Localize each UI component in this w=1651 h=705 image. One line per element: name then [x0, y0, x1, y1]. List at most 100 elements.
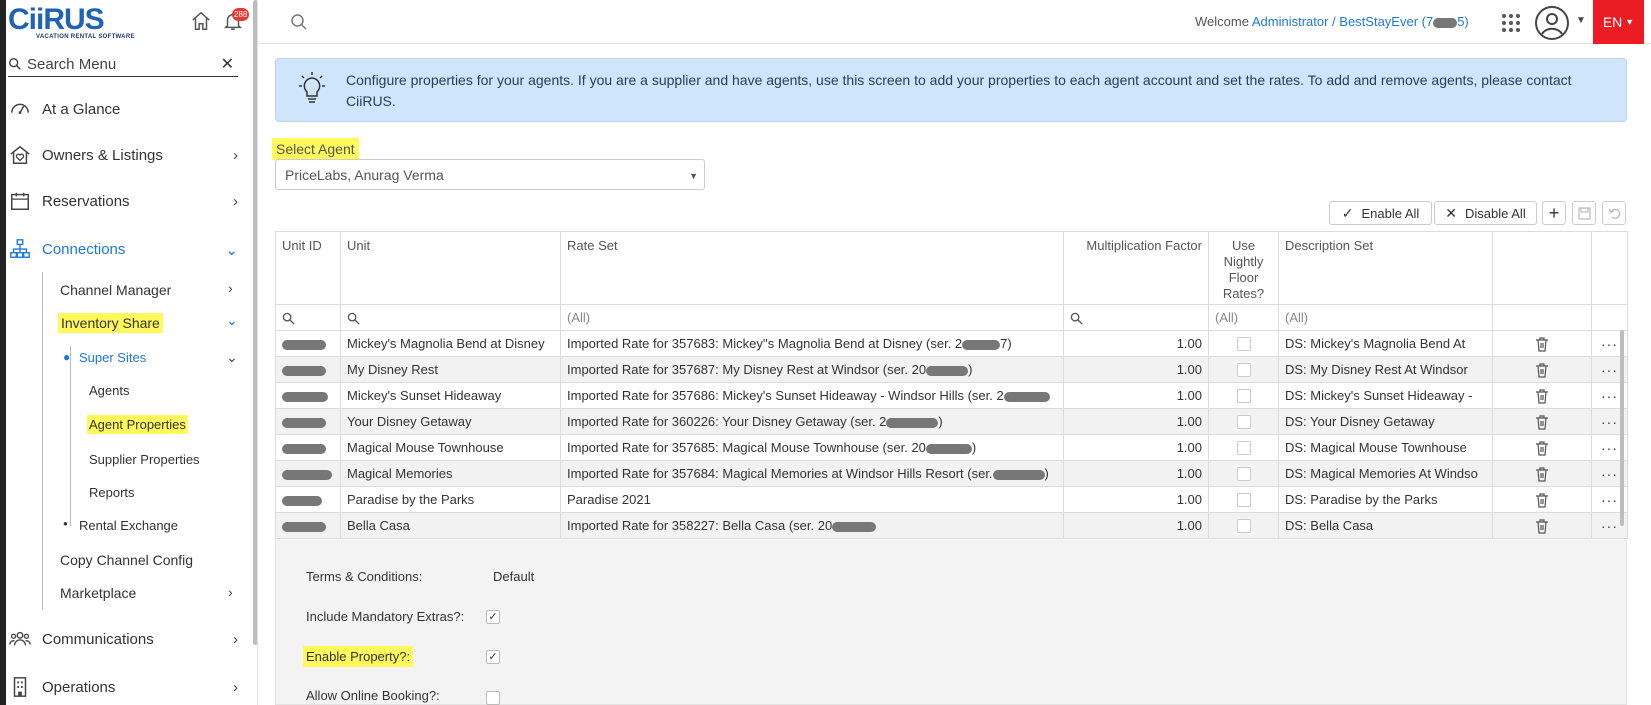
more-options-icon[interactable]: ··· — [1601, 492, 1618, 508]
clear-search-icon[interactable]: ✕ — [221, 54, 234, 74]
cell-unit[interactable]: Mickey's Sunset Hideaway — [340, 382, 561, 409]
sidebar-item-agent-properties[interactable]: Agent Properties — [87, 415, 188, 434]
enable-property-checkbox[interactable]: ✓ — [486, 650, 500, 664]
table-row[interactable]: Mickey's Magnolia Bend at Disney Imported… — [275, 330, 1628, 357]
nightly-floor-checkbox[interactable] — [1236, 415, 1251, 430]
column-header-multiplication-factor[interactable]: Multiplication Factor — [1063, 231, 1209, 305]
cell-unit[interactable]: Magical Memories — [340, 460, 561, 487]
sidebar-item-agents[interactable]: Agents — [89, 383, 129, 398]
sidebar-item-supplier-properties[interactable]: Supplier Properties — [89, 452, 200, 467]
ciirus-logo[interactable]: CiiRUS VACATION RENTAL SOFTWARE — [8, 5, 134, 41]
cell-rate-set[interactable]: Imported Rate for 357686: Mickey's Sunse… — [560, 382, 1064, 409]
mandatory-extras-checkbox[interactable]: ✓ — [486, 610, 500, 624]
cell-unit-id[interactable] — [275, 460, 341, 487]
column-header-description-set[interactable]: Description Set — [1278, 231, 1493, 305]
column-header-rate-set[interactable]: Rate Set — [560, 231, 1064, 305]
column-header-unit[interactable]: Unit — [340, 231, 561, 305]
cell-description-set[interactable]: DS: Paradise by the Parks — [1278, 486, 1493, 513]
more-options-icon[interactable]: ··· — [1601, 518, 1618, 534]
cell-unit-id[interactable] — [275, 330, 341, 357]
user-menu-caret-icon[interactable]: ▼ — [1576, 15, 1586, 26]
undo-button[interactable] — [1602, 201, 1626, 225]
cell-unit[interactable]: My Disney Rest — [340, 356, 561, 383]
more-options-icon[interactable]: ··· — [1601, 466, 1618, 482]
sidebar-item-super-sites[interactable]: Super Sites — [79, 350, 146, 365]
sidebar-item-copy-channel-config[interactable]: Copy Channel Config — [60, 552, 193, 568]
nightly-floor-checkbox[interactable] — [1236, 441, 1251, 456]
cell-unit[interactable]: Mickey's Magnolia Bend at Disney — [340, 330, 561, 357]
cell-multiplication-factor[interactable]: 1.00 — [1063, 356, 1209, 383]
trash-icon[interactable] — [1534, 362, 1550, 378]
user-avatar-icon[interactable] — [1534, 5, 1570, 41]
cell-description-set[interactable]: DS: Bella Casa — [1278, 512, 1493, 539]
enable-all-button[interactable]: ✓ Enable All — [1329, 201, 1432, 225]
sidebar-item-reservations[interactable]: Reservations › — [8, 187, 244, 215]
cell-multiplication-factor[interactable]: 1.00 — [1063, 486, 1209, 513]
grid-scrollbar[interactable] — [1620, 330, 1624, 526]
cell-description-set[interactable]: DS: Magical Mouse Townhouse — [1278, 434, 1493, 461]
cell-rate-set[interactable]: Imported Rate for 357687: My Disney Rest… — [560, 356, 1064, 383]
trash-icon[interactable] — [1534, 336, 1550, 352]
cell-unit-id[interactable] — [275, 356, 341, 383]
table-row[interactable]: Paradise by the Parks Paradise 2021 1.00 DS… — [275, 486, 1628, 513]
cell-description-set[interactable]: DS: Mickey's Sunset Hideaway - — [1278, 382, 1493, 409]
cell-unit[interactable]: Magical Mouse Townhouse — [340, 434, 561, 461]
sidebar-item-owners-listings[interactable]: Owners & Listings › — [8, 141, 244, 169]
cell-rate-set[interactable]: Imported Rate for 357683: Mickey''s Magn… — [560, 330, 1064, 357]
cell-unit-id[interactable] — [275, 408, 341, 435]
table-row[interactable]: Mickey's Sunset Hideaway Imported Rate fo… — [275, 382, 1628, 409]
cell-unit[interactable]: Bella Casa — [340, 512, 561, 539]
save-button[interactable] — [1572, 201, 1596, 225]
menu-search-input[interactable]: Search Menu ✕ — [8, 53, 238, 77]
cell-description-set[interactable]: DS: Mickey's Magnolia Bend At — [1278, 330, 1493, 357]
sidebar-scrollbar[interactable] — [253, 0, 257, 645]
more-options-icon[interactable]: ··· — [1601, 336, 1618, 352]
column-header-unit-id[interactable]: Unit ID — [275, 231, 341, 305]
cell-rate-set[interactable]: Imported Rate for 357685: Magical Mouse … — [560, 434, 1064, 461]
sidebar-item-marketplace[interactable]: Marketplace — [60, 585, 136, 601]
more-options-icon[interactable]: ··· — [1601, 388, 1618, 404]
cell-rate-set[interactable]: Imported Rate for 357684: Magical Memori… — [560, 460, 1064, 487]
nightly-floor-checkbox[interactable] — [1236, 363, 1251, 378]
add-button[interactable]: + — [1542, 201, 1566, 225]
cell-multiplication-factor[interactable]: 1.00 — [1063, 434, 1209, 461]
trash-icon[interactable] — [1534, 414, 1550, 430]
nightly-floor-checkbox[interactable] — [1236, 389, 1251, 404]
nightly-floor-checkbox[interactable] — [1236, 337, 1251, 352]
cell-description-set[interactable]: DS: Magical Memories At Windso — [1278, 460, 1493, 487]
filter-multiplication-factor[interactable] — [1063, 304, 1209, 331]
cell-rate-set[interactable]: Imported Rate for 358227: Bella Casa (se… — [560, 512, 1064, 539]
cell-rate-set[interactable]: Imported Rate for 360226: Your Disney Ge… — [560, 408, 1064, 435]
more-options-icon[interactable]: ··· — [1601, 440, 1618, 456]
filter-unit[interactable] — [340, 304, 561, 331]
filter-rate-set[interactable]: (All) — [560, 304, 1064, 331]
filter-description-set[interactable]: (All) — [1278, 304, 1493, 331]
cell-unit-id[interactable] — [275, 512, 341, 539]
cell-unit-id[interactable] — [275, 486, 341, 513]
nightly-floor-checkbox[interactable] — [1236, 467, 1251, 482]
sidebar-item-at-a-glance[interactable]: At a Glance — [8, 95, 244, 123]
cell-multiplication-factor[interactable]: 1.00 — [1063, 330, 1209, 357]
disable-all-button[interactable]: ✕ Disable All — [1434, 201, 1537, 225]
trash-icon[interactable] — [1534, 440, 1550, 456]
language-selector[interactable]: EN ▼ — [1593, 0, 1644, 44]
trash-icon[interactable] — [1534, 492, 1550, 508]
apps-grid-icon[interactable] — [1500, 12, 1522, 34]
sidebar-item-connections[interactable]: Connections ⌄ — [8, 235, 244, 263]
online-booking-checkbox[interactable] — [486, 691, 500, 705]
cell-rate-set[interactable]: Paradise 2021 — [560, 486, 1064, 513]
trash-icon[interactable] — [1534, 388, 1550, 404]
cell-multiplication-factor[interactable]: 1.00 — [1063, 408, 1209, 435]
nightly-floor-checkbox[interactable] — [1236, 519, 1251, 534]
more-options-icon[interactable]: ··· — [1601, 414, 1618, 430]
cell-description-set[interactable]: DS: My Disney Rest At Windsor — [1278, 356, 1493, 383]
column-header-nightly-floor-rates[interactable]: Use Nightly Floor Rates? — [1208, 231, 1279, 305]
table-row[interactable]: Your Disney Getaway Imported Rate for 360… — [275, 408, 1628, 435]
table-row[interactable]: My Disney Rest Imported Rate for 357687: … — [275, 356, 1628, 383]
table-row[interactable]: Bella Casa Imported Rate for 358227: Bell… — [275, 512, 1628, 539]
sidebar-item-channel-manager[interactable]: Channel Manager — [60, 282, 171, 298]
terms-value[interactable]: Default — [493, 569, 534, 584]
cell-unit[interactable]: Paradise by the Parks — [340, 486, 561, 513]
table-row[interactable]: Magical Memories Imported Rate for 357684… — [275, 460, 1628, 487]
table-row[interactable]: Magical Mouse Townhouse Imported Rate for… — [275, 434, 1628, 461]
